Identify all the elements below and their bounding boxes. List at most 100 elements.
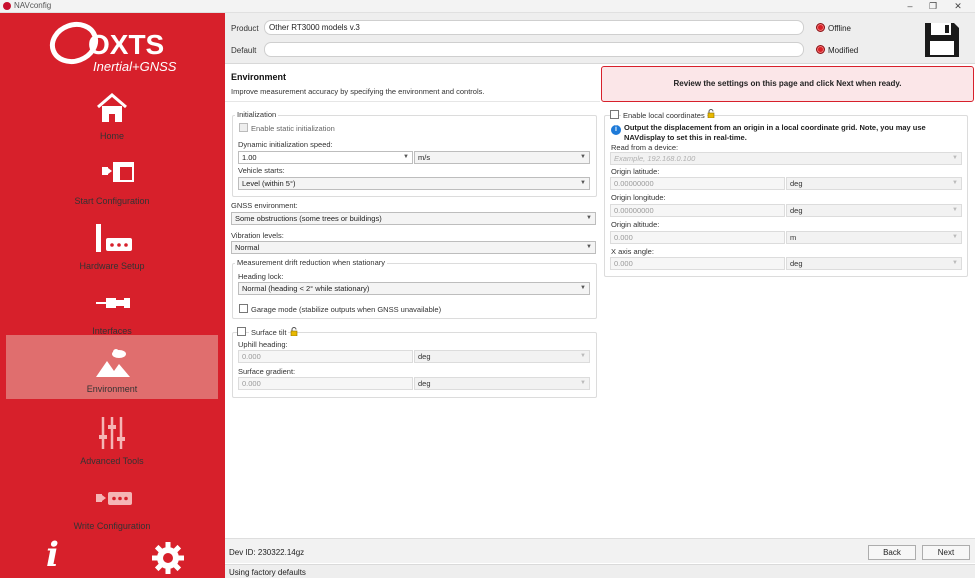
sidebar-item-advanced-tools[interactable]: Advanced Tools (6, 407, 218, 471)
sidebar-item-label: Advanced Tools (80, 456, 144, 466)
x-axis-input[interactable]: 0.000 (610, 257, 785, 270)
speed-unit: m/s (418, 153, 431, 162)
static-init-checkbox[interactable] (239, 123, 248, 132)
device-placeholder: Example, 192.168.0.100 (614, 154, 696, 163)
default-label: Default (231, 46, 257, 55)
altitude-label: Origin altitude: (611, 220, 660, 229)
logo-sub-text: Inertial+GNSS (93, 59, 177, 74)
default-field[interactable] (264, 42, 804, 57)
gear-icon[interactable] (151, 541, 185, 575)
status-bar: Using factory defaults (225, 564, 975, 578)
title-bar: NAVconfig – ❐ ✕ (0, 0, 975, 13)
device-select[interactable]: Example, 192.168.0.100 ▼ (610, 152, 962, 165)
sidebar-item-label: Write Configuration (73, 521, 151, 531)
sidebar-item-write-configuration[interactable]: Write Configuration (6, 472, 218, 536)
latitude-input[interactable]: 0.00000000 (610, 177, 785, 190)
longitude-input[interactable]: 0.00000000 (610, 204, 785, 217)
lock-icon (290, 327, 298, 336)
x-axis-unit-select[interactable]: deg ▼ (786, 257, 962, 270)
gradient-unit-select[interactable]: deg ▼ (414, 377, 590, 390)
logo-main-text: OXTS (88, 29, 164, 60)
chevron-down-icon: ▼ (586, 215, 592, 221)
vehicle-value: Level (within 5°) (242, 179, 296, 188)
lock-icon (707, 109, 715, 118)
modified-led (816, 45, 825, 54)
uphill-label: Uphill heading: (238, 340, 288, 349)
sidebar-item-label: Hardware Setup (79, 261, 145, 271)
vibration-select[interactable]: Normal ▼ (231, 241, 596, 254)
product-field[interactable]: Other RT3000 models v.3 (264, 20, 804, 35)
sidebar-item-label: Environment (86, 384, 138, 394)
local-coords-checkbox[interactable] (610, 110, 619, 119)
next-button[interactable]: Next (922, 545, 970, 560)
chevron-down-icon: ▼ (952, 155, 958, 161)
review-banner: Review the settings on this page and cli… (601, 66, 974, 102)
altitude-unit-select[interactable]: m ▼ (786, 231, 962, 244)
save-icon[interactable] (924, 22, 960, 58)
speed-value: 1.00 (242, 153, 257, 162)
speed-label: Dynamic initialization speed: (238, 140, 333, 149)
sidebar-item-start-configuration[interactable]: Start Configuration (6, 147, 218, 211)
altitude-unit: m (790, 233, 797, 242)
vibration-value: Normal (235, 243, 260, 252)
maximize-button[interactable]: ❐ (920, 0, 946, 13)
vehicle-select[interactable]: Level (within 5°) ▼ (238, 177, 590, 190)
chevron-down-icon: ▼ (403, 154, 409, 160)
uphill-unit: deg (418, 352, 431, 361)
chevron-down-icon: ▼ (580, 353, 586, 359)
gradient-input[interactable]: 0.000 (238, 377, 413, 390)
heading-lock-value: Normal (heading < 2° while stationary) (242, 284, 370, 293)
latitude-unit-select[interactable]: deg ▼ (786, 177, 962, 190)
sliders-icon (99, 417, 125, 449)
modified-status: Modified (828, 46, 859, 55)
longitude-label: Origin longitude: (611, 193, 666, 202)
sidebar-item-environment[interactable]: Environment (6, 335, 218, 399)
footer-bar: Dev ID: 230322.14gz Back Next (225, 538, 975, 563)
sidebar-item-label: Home (99, 131, 124, 141)
app-icon (3, 2, 11, 10)
longitude-unit-select[interactable]: deg ▼ (786, 204, 962, 217)
x-axis-unit: deg (790, 259, 803, 268)
chevron-down-icon: ▼ (580, 285, 586, 291)
uphill-unit-select[interactable]: deg ▼ (414, 350, 590, 363)
speed-unit-select[interactable]: m/s ▼ (414, 151, 590, 164)
back-button[interactable]: Back (868, 545, 916, 560)
chevron-down-icon: ▼ (952, 207, 958, 213)
longitude-unit: deg (790, 206, 803, 215)
heading-lock-select[interactable]: Normal (heading < 2° while stationary) ▼ (238, 282, 590, 295)
interfaces-icon (96, 298, 130, 308)
garage-mode-checkbox[interactable] (239, 304, 248, 313)
info-icon[interactable]: i (46, 535, 59, 575)
local-coords-label: Enable local coordinates (621, 111, 707, 120)
vibration-label: Vibration levels: (231, 231, 284, 240)
start-config-icon (102, 162, 134, 182)
gradient-label: Surface gradient: (238, 367, 296, 376)
sidebar-item-hardware-setup[interactable]: Hardware Setup (6, 212, 218, 276)
home-icon (97, 93, 127, 122)
speed-input[interactable]: 1.00 ▼ (238, 151, 413, 164)
product-header: Product Other RT3000 models v.3 Default … (225, 13, 975, 64)
write-config-icon (96, 492, 132, 505)
product-label: Product (231, 24, 259, 33)
initialization-legend: Initialization (235, 110, 279, 119)
chevron-down-icon: ▼ (952, 234, 958, 240)
x-axis-label: X axis angle: (611, 247, 654, 256)
latitude-unit: deg (790, 179, 803, 188)
surface-tilt-checkbox[interactable] (237, 327, 246, 336)
latitude-label: Origin latitude: (611, 167, 660, 176)
heading-lock-label: Heading lock: (238, 272, 284, 281)
drift-legend: Measurement drift reduction when station… (235, 258, 387, 267)
gnss-value: Some obstructions (some trees or buildin… (235, 214, 382, 223)
gnss-select[interactable]: Some obstructions (some trees or buildin… (231, 212, 596, 225)
sidebar-item-interfaces[interactable]: Interfaces (6, 277, 218, 341)
sidebar-item-label: Start Configuration (74, 196, 150, 206)
close-button[interactable]: ✕ (945, 0, 971, 13)
sidebar-item-home[interactable]: Home (6, 82, 218, 146)
altitude-input[interactable]: 0.000 (610, 231, 785, 244)
oxts-logo: OXTS Inertial+GNSS (49, 21, 177, 74)
page-subtitle: Improve measurement accuracy by specifyi… (231, 87, 485, 96)
local-coords-info: Output the displacement from an origin i… (624, 123, 926, 142)
uphill-input[interactable]: 0.000 (238, 350, 413, 363)
device-label: Read from a device: (611, 143, 679, 152)
info-circle-icon: i (611, 125, 621, 135)
